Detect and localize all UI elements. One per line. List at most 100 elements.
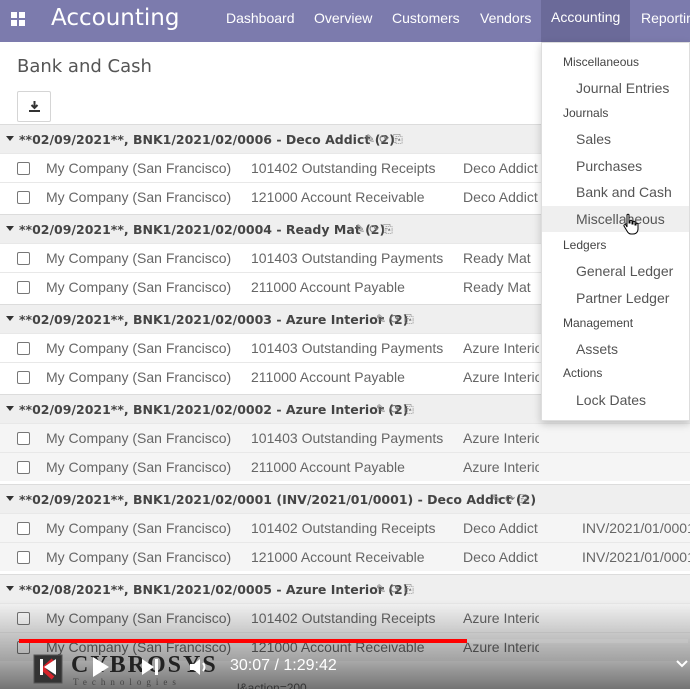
refresh-icon[interactable]: ⟳ <box>390 402 400 417</box>
logo-subtext: Technologies <box>73 677 181 687</box>
dropdown-item-bank-and-cash[interactable]: Bank and Cash <box>542 179 689 205</box>
play-icon[interactable] <box>91 655 111 679</box>
refresh-icon[interactable]: ⟳ <box>379 132 389 147</box>
row-checkbox[interactable] <box>17 252 30 265</box>
edit-icon[interactable]: ✎ <box>355 222 365 237</box>
row-checkbox[interactable] <box>17 281 30 294</box>
partner-cell: Deco Addict <box>463 549 538 565</box>
copy-icon[interactable]: ⎘ <box>404 312 414 327</box>
dropdown-item-assets[interactable]: Assets <box>542 336 689 362</box>
caret-down-icon <box>6 406 14 411</box>
nav-dashboard[interactable]: Dashboard <box>226 10 295 26</box>
reference-cell: INV/2021/01/0001 <box>582 549 690 565</box>
nav-overview[interactable]: Overview <box>314 10 372 26</box>
video-progress-bar[interactable] <box>19 639 688 643</box>
company-cell: My Company (San Francisco) <box>46 520 232 536</box>
download-icon <box>28 101 40 112</box>
caret-down-icon <box>6 586 14 591</box>
partner-cell: Ready Mat <box>463 279 531 295</box>
dropdown-item-miscellaneous[interactable]: Miscellaneous <box>542 206 689 232</box>
account-cell: 211000 Account Payable <box>251 369 405 385</box>
edit-icon[interactable]: ✎ <box>376 402 386 417</box>
group-header-row[interactable]: **02/09/2021**, BNK1/2021/02/0001 (INV/2… <box>0 484 690 513</box>
group-header-row[interactable]: **02/08/2021**, BNK1/2021/02/0005 - Azur… <box>0 574 690 603</box>
hand-cursor-icon <box>623 213 639 235</box>
next-icon[interactable] <box>140 656 162 678</box>
group-label: **02/08/2021**, BNK1/2021/02/0005 - Azur… <box>19 582 409 597</box>
page-title: Bank and Cash <box>17 56 152 77</box>
row-checkbox[interactable] <box>17 342 30 355</box>
row-checkbox[interactable] <box>17 522 30 535</box>
dropdown-item-general-ledger[interactable]: General Ledger <box>542 258 689 284</box>
partner-cell: Deco Addict <box>463 189 538 205</box>
nav-customers[interactable]: Customers <box>392 10 460 26</box>
company-cell: My Company (San Francisco) <box>46 549 232 565</box>
copy-icon[interactable]: ⎘ <box>383 222 393 237</box>
dropdown-item-lock-dates[interactable]: Lock Dates <box>542 387 689 413</box>
dropdown-item-journal-entries[interactable]: Journal Entries <box>542 75 689 101</box>
row-checkbox[interactable] <box>17 461 30 474</box>
video-time-display: 30:07 / 1:29:42 <box>230 657 337 674</box>
partner-cell: Deco Addict <box>463 160 538 176</box>
company-cell: My Company (San Francisco) <box>46 160 232 176</box>
dropdown-item-purchases[interactable]: Purchases <box>542 153 689 179</box>
nav-accounting[interactable]: Accounting <box>541 0 631 42</box>
copy-icon[interactable]: ⎘ <box>393 132 403 147</box>
cybrosys-logo: CYBROSYS Technologies <box>33 652 216 687</box>
video-progress-fill <box>19 639 468 643</box>
dropdown-section-header: Miscellaneous <box>563 55 640 69</box>
dropdown-item-sales[interactable]: Sales <box>542 126 689 152</box>
volume-icon[interactable] <box>188 656 212 678</box>
table-row[interactable]: My Company (San Francisco) 121000 Account… <box>0 542 690 571</box>
previous-icon[interactable] <box>38 656 58 678</box>
dropdown-section-header: Journals <box>563 106 609 120</box>
edit-icon[interactable]: ✎ <box>376 582 386 597</box>
account-cell: 101402 Outstanding Receipts <box>251 160 436 176</box>
partner-cell: Azure Interior <box>463 430 539 446</box>
caret-down-icon <box>6 496 14 501</box>
dropdown-section-header: Ledgers <box>563 238 607 252</box>
apps-menu-icon[interactable] <box>11 12 25 26</box>
group-label: **02/09/2021**, BNK1/2021/02/0003 - Azur… <box>19 312 409 327</box>
edit-icon[interactable]: ✎ <box>365 132 375 147</box>
company-cell: My Company (San Francisco) <box>46 430 232 446</box>
row-checkbox[interactable] <box>17 432 30 445</box>
partner-cell: Azure Interior <box>463 459 539 475</box>
company-cell: My Company (San Francisco) <box>46 250 232 266</box>
company-cell: My Company (San Francisco) <box>46 279 232 295</box>
edit-icon[interactable]: ✎ <box>376 312 386 327</box>
row-checkbox[interactable] <box>17 371 30 384</box>
account-cell: 211000 Account Payable <box>251 459 405 475</box>
company-cell: My Company (San Francisco) <box>46 459 232 475</box>
account-cell: 101402 Outstanding Receipts <box>251 520 436 536</box>
refresh-icon[interactable]: ⟳ <box>505 492 515 507</box>
chevron-down-icon[interactable] <box>676 659 688 669</box>
row-checkbox[interactable] <box>17 162 30 175</box>
copy-icon[interactable]: ⎘ <box>404 582 414 597</box>
account-cell: 211000 Account Payable <box>251 279 405 295</box>
table-row[interactable]: My Company (San Francisco) 101402 Outstan… <box>0 513 690 542</box>
nav-vendors[interactable]: Vendors <box>480 10 531 26</box>
row-checkbox[interactable] <box>17 551 30 564</box>
refresh-icon[interactable]: ⟳ <box>369 222 379 237</box>
dropdown-section-header: Management <box>563 316 634 330</box>
group-label: **02/09/2021**, BNK1/2021/02/0004 - Read… <box>19 222 386 237</box>
group-label: **02/09/2021**, BNK1/2021/02/0006 - Deco… <box>19 132 395 147</box>
account-cell: 121000 Account Receivable <box>251 189 425 205</box>
group-label: **02/09/2021**, BNK1/2021/02/0001 (INV/2… <box>19 492 537 507</box>
table-row[interactable]: My Company (San Francisco) 101403 Outstan… <box>0 423 690 452</box>
refresh-icon[interactable]: ⟳ <box>390 312 400 327</box>
row-checkbox[interactable] <box>17 191 30 204</box>
dropdown-section-header: Actions <box>563 366 603 380</box>
dropdown-item-partner-ledger[interactable]: Partner Ledger <box>542 285 689 311</box>
partner-cell: Azure Interior <box>463 369 539 385</box>
table-row[interactable]: My Company (San Francisco) 211000 Account… <box>0 452 690 481</box>
app-brand[interactable]: Accounting <box>51 5 179 31</box>
edit-icon[interactable]: ✎ <box>491 492 501 507</box>
copy-icon[interactable]: ⎘ <box>404 402 414 417</box>
group-actions: ✎ ⟳ ⎘ <box>376 312 414 327</box>
refresh-icon[interactable]: ⟳ <box>390 582 400 597</box>
copy-icon[interactable]: ⎘ <box>519 492 529 507</box>
nav-reporting[interactable]: Reporting <box>641 10 690 26</box>
download-button[interactable] <box>17 91 51 122</box>
